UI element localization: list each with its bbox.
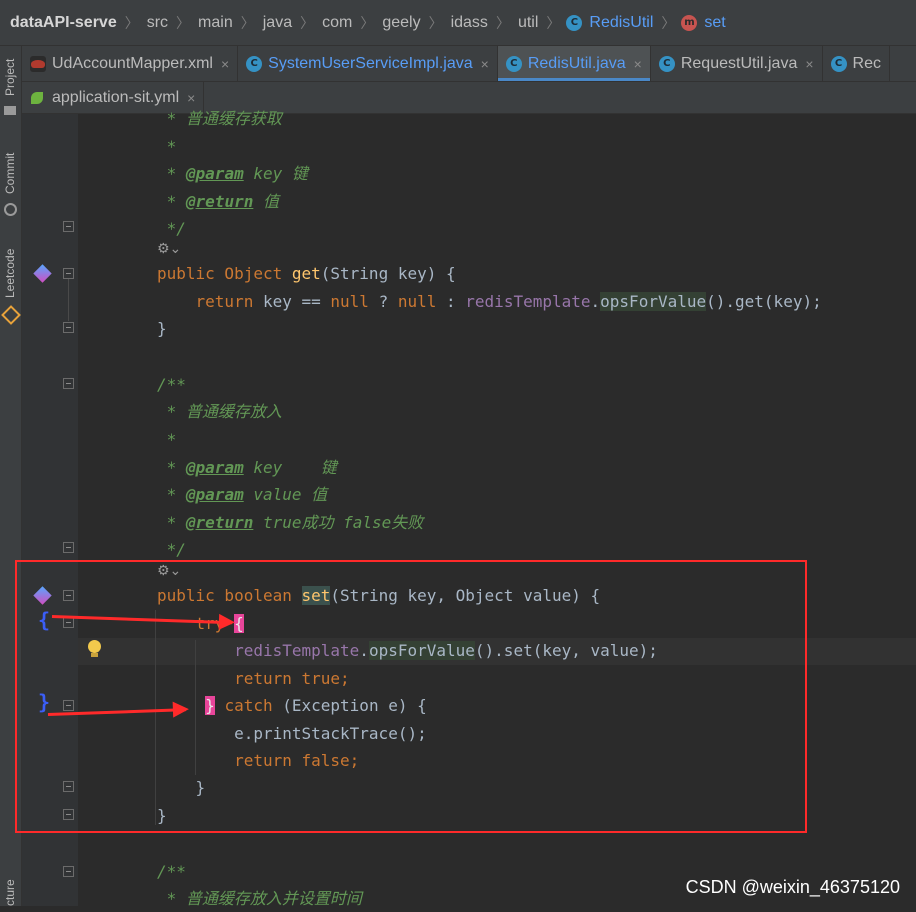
- watermark: CSDN @weixin_46375120: [685, 877, 900, 897]
- tab-rec[interactable]: C Rec: [823, 46, 890, 81]
- fold-marker[interactable]: [63, 378, 74, 389]
- code-line-18: */: [157, 540, 186, 559]
- lambda-hint-icon[interactable]: ⚙⌄: [157, 241, 181, 257]
- breadcrumb-method[interactable]: m set: [681, 14, 727, 32]
- code-line-17: * @return true成功 false失败: [157, 513, 424, 532]
- java-class-icon: C: [830, 55, 847, 72]
- code-line-1: * 普通缓存获取: [157, 109, 282, 128]
- code-line-30: * 普通缓存放入并设置时间: [157, 889, 362, 908]
- breadcrumb-main[interactable]: main 〉: [196, 13, 261, 33]
- spring-yml-icon: [30, 90, 46, 106]
- code-line-get-close: }: [157, 319, 167, 338]
- fold-line: [68, 279, 69, 321]
- java-class-icon: C: [505, 55, 522, 72]
- close-icon[interactable]: ×: [221, 56, 229, 72]
- fold-marker[interactable]: [63, 221, 74, 232]
- editor-tabs-row-1: UdAccountMapper.xml × C SystemUserService…: [22, 46, 916, 82]
- breadcrumb-project[interactable]: dataAPI-serve 〉: [8, 13, 145, 33]
- breadcrumb-java[interactable]: java 〉: [261, 13, 320, 33]
- close-icon[interactable]: ×: [481, 56, 489, 72]
- method-icon: m: [681, 14, 698, 31]
- code-line-3: * @param key 键: [157, 164, 308, 183]
- java-class-icon: C: [658, 55, 675, 72]
- tab-systemuserserviceimpl-java[interactable]: C SystemUserServiceImpl.java ×: [238, 46, 498, 81]
- code-line-get-return: return key == null ? null : redisTemplat…: [157, 292, 822, 311]
- code-line-2: *: [157, 137, 177, 156]
- tab-requestutil-java[interactable]: C RequestUtil.java ×: [651, 46, 823, 81]
- breadcrumb-src[interactable]: src 〉: [145, 13, 196, 33]
- close-icon[interactable]: ×: [187, 90, 195, 106]
- tab-redisutil-java[interactable]: C RedisUtil.java ×: [497, 46, 651, 81]
- folder-icon: [4, 106, 16, 115]
- fold-marker[interactable]: [63, 542, 74, 553]
- mybatis-xml-icon: [30, 55, 46, 72]
- commit-icon: [4, 203, 17, 216]
- java-class-icon: C: [246, 55, 263, 72]
- breadcrumb-geely[interactable]: geely 〉: [380, 13, 448, 33]
- code-line-15: * @param key 键: [157, 458, 337, 477]
- fold-marker[interactable]: [63, 322, 74, 333]
- code-line-13: * 普通缓存放入: [157, 402, 282, 421]
- close-icon[interactable]: ×: [805, 56, 813, 72]
- leetcode-icon: [1, 305, 21, 325]
- code-line-14: *: [157, 430, 177, 449]
- code-line-get-signature: public Object get(String key) {: [157, 264, 456, 283]
- code-line-5: */: [157, 219, 186, 238]
- code-line-4: * @return 值: [157, 192, 279, 211]
- code-line-16: * @param value 值: [157, 485, 328, 504]
- code-line-doc-open-2: /**: [157, 862, 186, 881]
- java-class-icon: C: [566, 14, 583, 31]
- breadcrumb: dataAPI-serve 〉 src 〉 main 〉 java 〉 com 〉 gee…: [0, 0, 916, 46]
- breadcrumb-idass[interactable]: idass 〉: [449, 13, 516, 33]
- breadcrumb-class[interactable]: C RedisUtil 〉: [566, 13, 681, 33]
- breadcrumb-util[interactable]: util 〉: [516, 13, 566, 33]
- close-icon[interactable]: ×: [634, 56, 642, 72]
- fold-marker[interactable]: [63, 866, 74, 877]
- highlight-box: [15, 560, 807, 833]
- tab-udaccountmapper-xml[interactable]: UdAccountMapper.xml ×: [22, 46, 239, 81]
- code-line-doc-open: /**: [157, 375, 186, 394]
- fold-marker[interactable]: [63, 268, 74, 279]
- breadcrumb-com[interactable]: com 〉: [320, 13, 380, 33]
